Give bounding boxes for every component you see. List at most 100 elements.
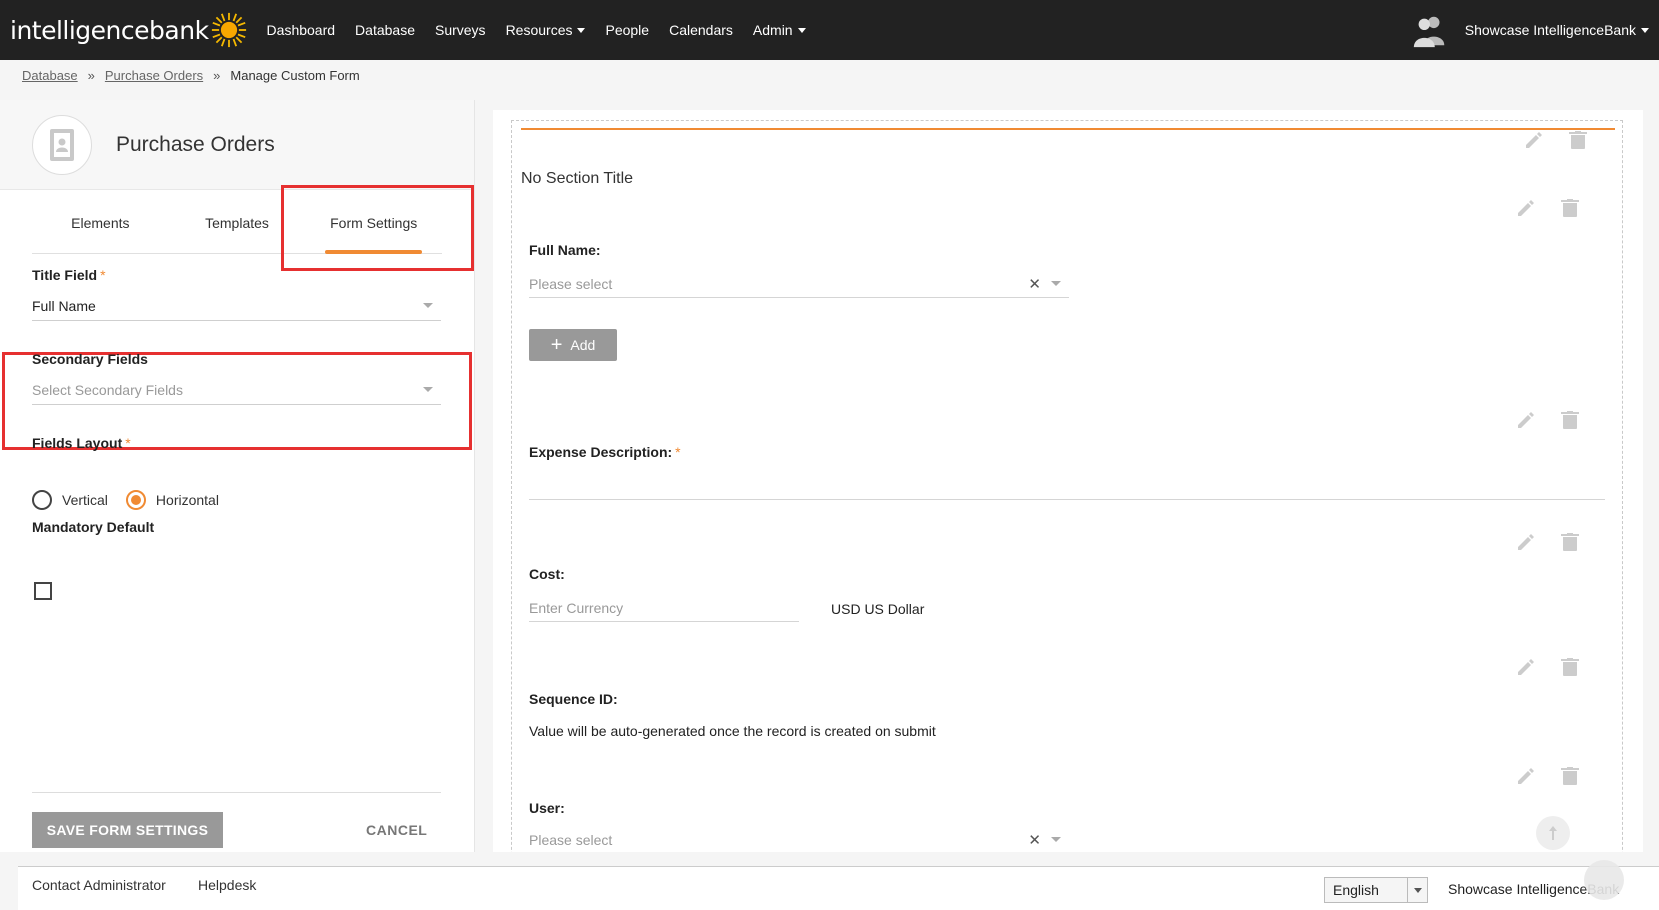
section-top-border (521, 128, 1615, 130)
fields-layout-label: Fields Layout * (32, 435, 131, 451)
radio-horizontal[interactable] (125, 490, 146, 510)
chevron-down-icon (1051, 281, 1061, 286)
panel-title: Purchase Orders (116, 132, 275, 156)
form-settings-panel: Purchase Orders Elements Templates Form … (0, 100, 475, 852)
radio-vertical-label[interactable]: Vertical (62, 492, 108, 508)
cancel-button[interactable]: CANCEL (366, 822, 427, 838)
sequence-id-note: Value will be auto-generated once the re… (529, 723, 936, 739)
label-text: Title Field (32, 267, 98, 283)
field-actions (1489, 198, 1579, 218)
radio-vertical[interactable] (32, 490, 52, 510)
trash-icon[interactable] (1561, 657, 1579, 677)
label-text: Fields Layout (32, 435, 123, 451)
caret-down-icon (797, 27, 806, 33)
title-field-select[interactable]: Full Name (32, 291, 441, 321)
contact-book-icon (50, 128, 74, 161)
select-value: Full Name (32, 297, 96, 314)
expense-description-input[interactable] (529, 472, 1605, 500)
trash-icon[interactable] (1561, 766, 1579, 786)
title-field-label: Title Field * (32, 267, 106, 283)
select-placeholder: Select Secondary Fields (32, 381, 183, 398)
chat-icon[interactable] (1584, 860, 1624, 900)
field-actions (1489, 410, 1579, 430)
top-navbar: intelligencebank Dashboard Database Surv… (0, 0, 1659, 60)
chevron-down-icon (423, 387, 433, 392)
sun-logo-icon (211, 12, 246, 48)
select-placeholder: Please select (529, 275, 613, 292)
breadcrumb-database[interactable]: Database (22, 68, 78, 83)
required-marker: * (100, 267, 106, 283)
breadcrumb: Database » Purchase Orders » Manage Cust… (22, 68, 360, 83)
caret-down-icon (1407, 878, 1427, 902)
nav-surveys[interactable]: Surveys (435, 22, 486, 38)
logo[interactable]: intelligencebank (10, 12, 247, 48)
radio-horizontal-label[interactable]: Horizontal (156, 492, 219, 508)
nav-label: People (605, 22, 650, 38)
section-title: No Section Title (521, 170, 634, 187)
helpdesk-link[interactable]: Helpdesk (198, 877, 256, 893)
section-actions (1497, 130, 1587, 150)
nav-database[interactable]: Database (355, 22, 415, 38)
breadcrumb-separator: » (213, 68, 221, 83)
clear-icon[interactable]: ✕ (1028, 831, 1041, 849)
field-actions (1489, 766, 1579, 786)
full-name-label: Full Name: (529, 242, 601, 258)
breadcrumb-purchase-orders[interactable]: Purchase Orders (105, 68, 203, 83)
highlight-box-form-settings (281, 185, 474, 271)
form-canvas: No Section Title Full Name: Please selec… (493, 110, 1643, 852)
pencil-edit-icon[interactable] (1515, 766, 1535, 786)
secondary-fields-select[interactable]: Select Secondary Fields (32, 375, 441, 405)
pencil-edit-icon[interactable] (1515, 532, 1535, 552)
pencil-edit-icon[interactable] (1515, 657, 1535, 677)
divider (32, 792, 441, 793)
fields-layout-radio-group: Vertical Horizontal (32, 490, 237, 510)
pencil-edit-icon[interactable] (1523, 130, 1543, 150)
nav-resources[interactable]: Resources (506, 22, 586, 38)
nav-calendars[interactable]: Calendars (669, 22, 733, 38)
trash-icon[interactable] (1561, 198, 1579, 218)
input-placeholder: Enter Currency (529, 599, 624, 616)
user-menu[interactable]: Showcase IntelligenceBank (1411, 0, 1649, 60)
nav-label: Database (355, 22, 415, 38)
caret-down-icon (1641, 27, 1649, 33)
breadcrumb-current: Manage Custom Form (230, 68, 360, 83)
label-text: Expense Description: (529, 444, 673, 460)
required-marker: * (125, 435, 131, 451)
nav-label: Resources (505, 22, 573, 38)
nav-admin[interactable]: Admin (753, 22, 806, 38)
footer: Contact Administrator Helpdesk English S… (18, 866, 1659, 910)
tab-elements[interactable]: Elements (32, 192, 169, 253)
caret-down-icon (577, 27, 586, 33)
nav-label: Calendars (669, 22, 733, 38)
scroll-top-icon[interactable] (1536, 816, 1570, 850)
clear-icon[interactable]: ✕ (1028, 275, 1041, 293)
contact-administrator-link[interactable]: Contact Administrator (32, 877, 166, 893)
cost-label: Cost: (529, 566, 565, 582)
nav-dashboard[interactable]: Dashboard (267, 22, 336, 38)
save-form-settings-button[interactable]: SAVE FORM SETTINGS (32, 812, 223, 848)
user-name-label: Showcase IntelligenceBank (1464, 22, 1636, 38)
arrow-up-down-icon (1549, 826, 1557, 840)
breadcrumb-separator: » (87, 68, 95, 83)
plus-icon: + (550, 334, 563, 356)
user-name[interactable]: Showcase IntelligenceBank (1465, 22, 1649, 38)
trash-icon[interactable] (1561, 532, 1579, 552)
cost-input[interactable]: Enter Currency (529, 594, 799, 622)
nav-label: Admin (752, 22, 793, 38)
required-marker: * (675, 444, 681, 460)
full-name-select[interactable]: Please select ✕ (529, 270, 1069, 298)
trash-icon[interactable] (1569, 130, 1587, 150)
mandatory-default-checkbox[interactable] (34, 582, 52, 600)
pencil-edit-icon[interactable] (1515, 198, 1535, 218)
nav-people[interactable]: People (605, 22, 649, 38)
database-icon-badge (32, 114, 92, 175)
language-select[interactable]: English (1324, 877, 1428, 903)
user-select[interactable]: Please select ✕ (529, 826, 1069, 852)
add-button[interactable]: + Add (529, 329, 617, 361)
pencil-edit-icon[interactable] (1515, 410, 1535, 430)
nav-label: Surveys (434, 22, 486, 38)
field-actions (1489, 532, 1579, 552)
select-placeholder: Please select (529, 831, 613, 848)
trash-icon[interactable] (1561, 410, 1579, 430)
user-label: User: (529, 800, 565, 816)
